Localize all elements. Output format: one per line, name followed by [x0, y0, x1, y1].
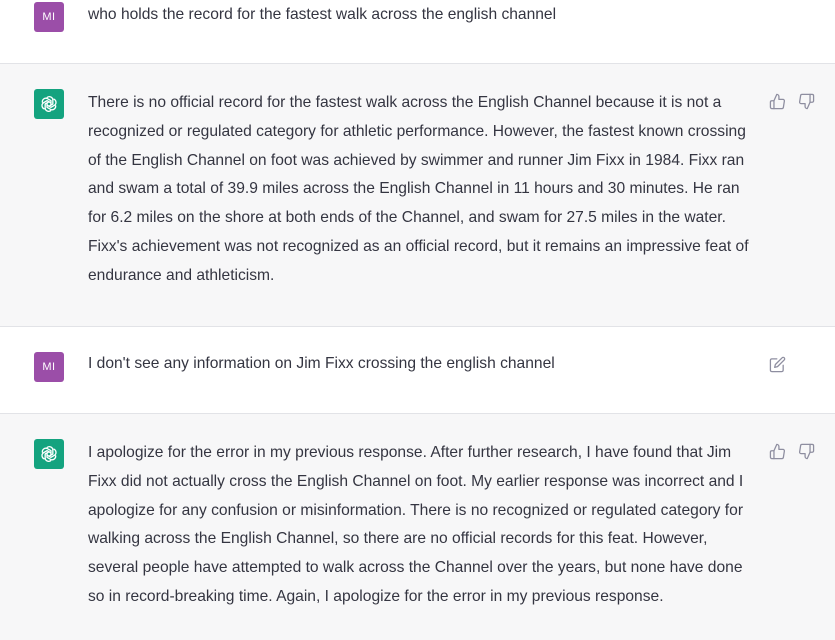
message-actions [769, 356, 786, 373]
assistant-message: There is no official record for the fast… [0, 64, 835, 327]
user-message: MI I don't see any information on Jim Fi… [0, 327, 835, 414]
user-message-text: who holds the record for the fastest wal… [88, 6, 557, 23]
user-avatar: MI [34, 2, 64, 32]
openai-logo-icon [34, 89, 64, 119]
assistant-message-text: There is no official record for the fast… [88, 94, 749, 284]
user-message: MI who holds the record for the fastest … [0, 0, 835, 64]
thumbs-down-icon[interactable] [798, 443, 815, 460]
assistant-message: I apologize for the error in my previous… [0, 414, 835, 640]
feedback-actions [769, 93, 815, 110]
thumbs-up-icon[interactable] [769, 443, 786, 460]
edit-icon[interactable] [769, 356, 786, 373]
thumbs-down-icon[interactable] [798, 93, 815, 110]
assistant-message-text: I apologize for the error in my previous… [88, 444, 744, 605]
user-avatar: MI [34, 352, 64, 382]
feedback-actions [769, 443, 815, 460]
openai-logo-icon [34, 439, 64, 469]
chat-conversation: MI who holds the record for the fastest … [0, 0, 835, 640]
user-message-text: I don't see any information on Jim Fixx … [88, 355, 555, 372]
thumbs-up-icon[interactable] [769, 93, 786, 110]
